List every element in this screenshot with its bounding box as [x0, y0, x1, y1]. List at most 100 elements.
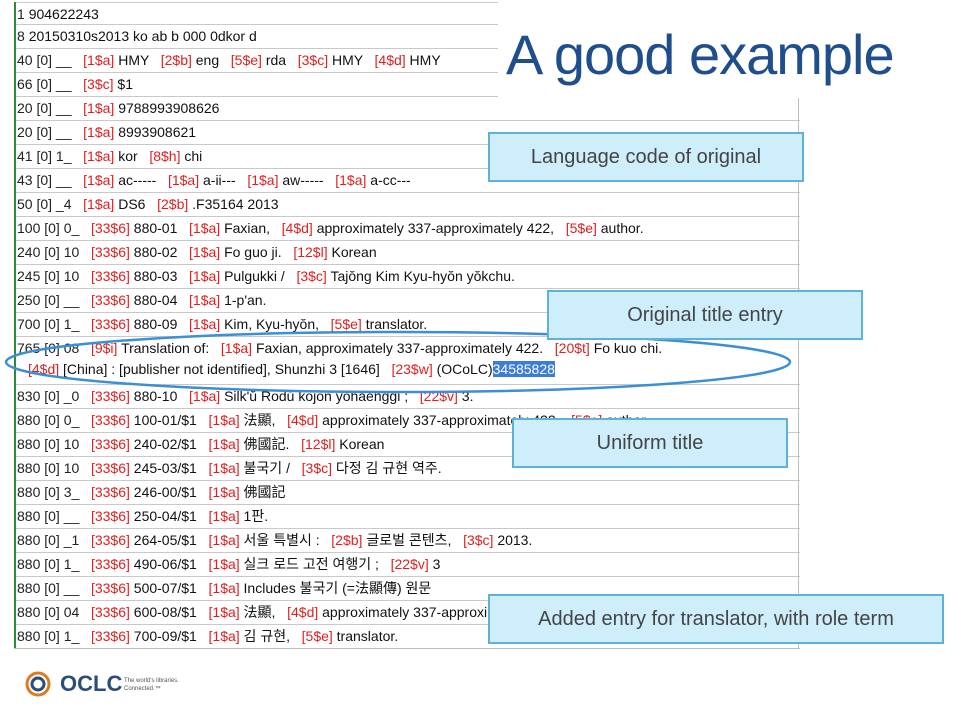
field-text: Includes 불국기 (=法顯傳) 원문 — [243, 580, 432, 596]
subfield-code: [33$6] — [90, 268, 134, 284]
field-text: 100-01/$1 — [133, 412, 209, 428]
oclc-logo: OCLC The world's libraries. Connected.™ — [24, 668, 204, 700]
subfield-code: [1$a] — [208, 436, 244, 452]
field-text: 490-06/$1 — [133, 556, 209, 572]
field-text: Fo guo ji. — [224, 244, 294, 260]
subfield-code: [4$d] — [287, 412, 323, 428]
field-text: 20150310s2013 ko ab b 000 0dkor d — [28, 28, 257, 44]
record-bottom-border — [14, 648, 800, 649]
field-text: 8993908621 — [118, 124, 197, 140]
field-text: 66 [0] __ — [17, 76, 84, 92]
field-text: Korean — [339, 436, 385, 452]
subfield-code: [1$a] — [83, 100, 119, 116]
subfield-code: [33$6] — [90, 244, 134, 260]
subfield-code: [33$6] — [90, 292, 134, 308]
field-text: 245 [0] 10 — [17, 268, 91, 284]
field-text: Korean — [331, 244, 377, 260]
subfield-code: [2$b] — [157, 196, 193, 212]
field-text: 880 [0] 04 — [17, 604, 91, 620]
field-text: 880 [0] __ — [17, 508, 91, 524]
field-text: 1판. — [243, 508, 269, 524]
field-text: 240-02/$1 — [133, 436, 209, 452]
subfield-code: [5$e] — [230, 52, 266, 68]
field-text: 41 [0] 1_ — [17, 148, 84, 164]
field-text: 100 [0] 0_ — [17, 220, 91, 236]
field-text: 700-09/$1 — [133, 628, 209, 644]
subfield-code: [1$a] — [83, 52, 119, 68]
subfield-code: [1$a] — [189, 268, 225, 284]
subfield-code: [1$a] — [208, 604, 244, 620]
field-text: 880 [0] 10 — [17, 460, 91, 476]
callout-original-title: Original title entry — [547, 290, 863, 340]
field-text: 김 규현, — [243, 628, 302, 644]
field-text: HMY — [409, 52, 441, 68]
field-text: .F35164 2013 — [192, 196, 279, 212]
subfield-code: [1$a] — [189, 292, 225, 308]
field-text: 20 [0] __ — [17, 100, 84, 116]
field-text: 글로벌 콘텐츠, — [366, 532, 464, 548]
subfield-code: [5$e] — [565, 220, 601, 236]
field-text: 43 [0] __ — [17, 172, 84, 188]
marc-field-row: 880 [0] _1 [33$6] 264-05/$1 [1$a] 서울 특별시… — [14, 528, 800, 550]
field-text: 500-07/$1 — [133, 580, 209, 596]
subfield-code: [1$a] — [208, 628, 244, 644]
subfield-code: [1$a] — [189, 244, 225, 260]
field-text: 250-04/$1 — [133, 508, 209, 524]
field-text: 880-02 — [133, 244, 190, 260]
subfield-code: [3$c] — [297, 52, 332, 68]
subfield-code: [1$a] — [335, 172, 371, 188]
subfield-code: [1$a] — [208, 460, 244, 476]
subfield-code: [33$6] — [90, 556, 134, 572]
subfield-code: [1$a] — [83, 124, 119, 140]
subfield-code: [1$a] — [83, 148, 119, 164]
subfield-code: [33$6] — [90, 628, 134, 644]
subfield-code: [1$a] — [167, 172, 203, 188]
field-text: 佛國記 — [243, 484, 286, 500]
marc-field-row: 880 [0] 3_ [33$6] 246-00/$1 [1$a] 佛國記 — [14, 480, 800, 502]
field-text: 실크 로드 고전 여행기 ; — [243, 556, 391, 572]
field-text: approximately 337-approximately 422, — [316, 220, 566, 236]
field-text: 法顯, — [243, 604, 288, 620]
record-left-border — [14, 2, 16, 648]
marc-field-row: 20 [0] __ [1$a] 9788993908626 — [14, 96, 800, 118]
marc-field-row: 245 [0] 10 [33$6] 880-03 [1$a] Pulgukki … — [14, 264, 800, 286]
field-text: Faxian, — [224, 220, 282, 236]
callout-translator-entry: Added entry for translator, with role te… — [488, 594, 944, 644]
subfield-code: [5$e] — [301, 628, 337, 644]
field-text: $1 — [117, 76, 133, 92]
subfield-code: [4$d] — [281, 220, 317, 236]
field-text: 880 [0] 0_ — [17, 412, 91, 428]
field-text: 불국기 / — [243, 460, 302, 476]
field-text: 880 [0] 1_ — [17, 628, 91, 644]
field-text: 880-04 — [133, 292, 190, 308]
field-text: chi — [184, 148, 203, 164]
subfield-code: [33$6] — [90, 412, 134, 428]
marc-field-row: 880 [0] 1_ [33$6] 490-06/$1 [1$a] 실크 로드 … — [14, 552, 800, 574]
subfield-code: [3$c] — [301, 460, 336, 476]
field-text: 880 [0] 3_ — [17, 484, 91, 500]
marc-field-row: 240 [0] 10 [33$6] 880-02 [1$a] Fo guo ji… — [14, 240, 800, 262]
subfield-code: [1$a] — [83, 172, 119, 188]
subfield-code: [33$6] — [90, 580, 134, 596]
oclc-logo-icon — [25, 671, 51, 697]
subfield-code: [33$6] — [90, 508, 134, 524]
subfield-code: [8$h] — [149, 148, 185, 164]
field-text: a-ii--- — [203, 172, 248, 188]
field-text: translator. — [336, 628, 399, 644]
subfield-code: [1$a] — [83, 196, 119, 212]
subfield-code: [33$6] — [90, 220, 134, 236]
subfield-code: [1$a] — [208, 556, 244, 572]
field-text: 246-00/$1 — [133, 484, 209, 500]
field-text: 3 — [432, 556, 441, 572]
field-text: 880-03 — [133, 268, 190, 284]
subfield-code: [2$b] — [160, 52, 196, 68]
field-text: 880 [0] _1 — [17, 532, 91, 548]
subfield-code: [4$d] — [287, 604, 323, 620]
field-text: kor — [118, 148, 150, 164]
subfield-code: [12$l] — [301, 436, 340, 452]
field-text: 다정 김 규현 역주. — [335, 460, 442, 476]
oclc-tagline-1: The world's libraries. — [124, 678, 179, 684]
subfield-code: [1$a] — [208, 412, 244, 428]
subfield-code: [3$c] — [83, 76, 118, 92]
field-text: 245-03/$1 — [133, 460, 209, 476]
